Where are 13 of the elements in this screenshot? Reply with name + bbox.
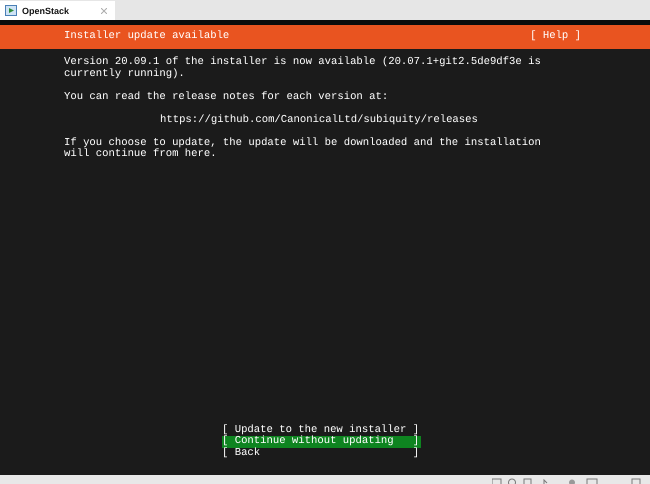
menu-button[interactable]: [ Update to the new installer ] <box>222 424 422 436</box>
info-text: Version 20.09.1 of the installer is now available (20.07.1+git2.5de9df3e is currently running). <box>64 57 542 80</box>
vm-icon <box>5 5 17 16</box>
release-notes-url: https://github.com/CanonicalLtd/subiquity/releases <box>159 114 479 126</box>
screen-title: Installer update available <box>64 31 230 43</box>
tab-title: OpenStack <box>22 6 70 16</box>
menu-button[interactable]: [ Continue without updating ] <box>222 436 422 448</box>
menu-button[interactable]: [ Back ] <box>222 448 422 459</box>
info-text: You can read the release notes for each version at: <box>64 92 390 103</box>
window-tab[interactable]: OpenStack <box>0 1 115 20</box>
help-button[interactable]: [ Help ] <box>530 31 581 43</box>
close-icon[interactable] <box>101 8 107 14</box>
info-text: If you choose to update, the update will be downloaded and the installation will continue from here. <box>64 138 542 160</box>
